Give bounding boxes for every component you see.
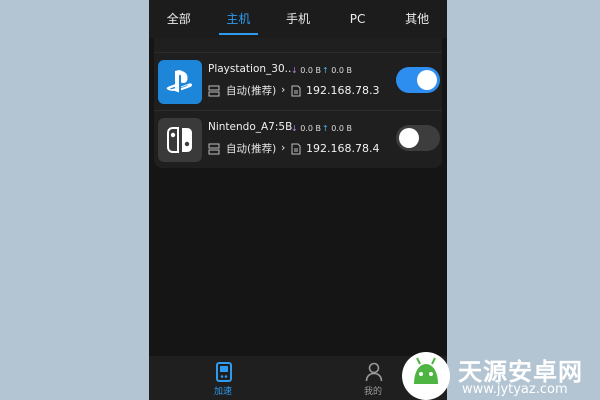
upload-speed: ↑ 0.0 B (322, 124, 352, 133)
route-icon (208, 85, 220, 97)
playstation-icon (158, 60, 202, 104)
download-value: 0.0 B (300, 124, 322, 133)
tab-phone[interactable]: 手机 (268, 0, 328, 38)
tab-other[interactable]: 其他 (387, 0, 447, 38)
accelerate-toggle-nintendo[interactable] (396, 125, 440, 151)
document-icon (291, 143, 301, 155)
device-ip: 192.168.78.3 (306, 84, 380, 97)
watermark-url: www.jytyaz.com (462, 382, 568, 397)
download-arrow-icon: ↓ (291, 66, 298, 75)
device-name: Nintendo_A7:5B (208, 121, 293, 133)
tab-all[interactable]: 全部 (149, 0, 209, 38)
upload-speed: ↑ 0.0 B (322, 66, 352, 75)
route-mode-selector[interactable]: 自动(推荐) (226, 83, 276, 98)
download-speed: ↓ 0.0 B (291, 66, 321, 75)
user-icon (365, 362, 383, 382)
toggle-knob (399, 128, 419, 148)
download-value: 0.0 B (300, 66, 322, 75)
nav-accelerate[interactable]: 加速 (209, 356, 239, 400)
device-ip: 192.168.78.4 (306, 142, 380, 155)
watermark-logo-icon (402, 352, 450, 400)
nav-mine[interactable]: 我的 (359, 356, 389, 400)
phone-screen: Playstation_30.. ↓ 0.0 B ↑ 0.0 B 自动(推荐) … (149, 0, 447, 400)
route-mode-selector[interactable]: 自动(推荐) (226, 141, 276, 156)
download-speed: ↓ 0.0 B (291, 124, 321, 133)
device-name: Playstation_30.. (208, 63, 292, 75)
category-tabs: 全部 主机 手机 PC 其他 (149, 0, 447, 38)
gamepad-icon (216, 362, 232, 382)
chevron-right-icon: › (281, 141, 286, 154)
download-arrow-icon: ↓ (291, 124, 298, 133)
tab-console[interactable]: 主机 (209, 0, 269, 38)
device-row-nintendo[interactable]: Nintendo_A7:5B ↓ 0.0 B ↑ 0.0 B 自动(推荐) › … (154, 111, 442, 169)
upload-value: 0.0 B (331, 124, 353, 133)
upload-value: 0.0 B (331, 66, 353, 75)
chevron-right-icon: › (281, 83, 286, 96)
nintendo-switch-icon (158, 118, 202, 162)
upload-arrow-icon: ↑ (322, 124, 329, 133)
nav-label: 我的 (364, 387, 383, 397)
upload-arrow-icon: ↑ (322, 66, 329, 75)
nav-label: 加速 (214, 387, 233, 397)
tab-pc[interactable]: PC (328, 0, 388, 38)
device-row-playstation[interactable]: Playstation_30.. ↓ 0.0 B ↑ 0.0 B 自动(推荐) … (154, 53, 442, 111)
accelerate-toggle-playstation[interactable] (396, 67, 440, 93)
route-icon (208, 143, 220, 155)
toggle-knob (417, 70, 437, 90)
document-icon (291, 85, 301, 97)
